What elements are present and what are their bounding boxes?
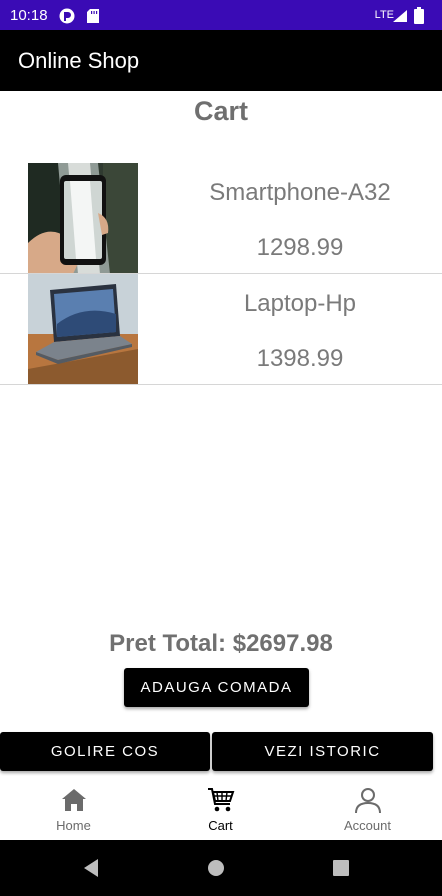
cart-item[interactable]: Laptop-Hp 1398.99 <box>0 274 442 385</box>
product-name: Laptop-Hp <box>243 290 357 317</box>
app-notification-icon <box>59 8 75 24</box>
cart-icon <box>208 788 235 812</box>
place-order-button[interactable]: ADAUGA COMADA <box>124 668 309 707</box>
nav-label: Account <box>344 818 391 833</box>
signal-icon <box>393 10 407 22</box>
nav-label: Home <box>56 818 91 833</box>
nav-cart[interactable]: Cart <box>147 776 294 840</box>
product-price: 1298.99 <box>256 234 344 261</box>
app-bar: Online Shop <box>0 30 442 91</box>
nav-account[interactable]: Account <box>294 776 441 840</box>
nav-label: Cart <box>208 818 233 833</box>
page-title: Cart <box>193 96 248 126</box>
system-navigation-bar <box>0 840 442 896</box>
account-icon <box>355 788 381 814</box>
product-name: Smartphone-A32 <box>209 179 391 206</box>
home-button-icon[interactable] <box>207 859 225 877</box>
battery-icon <box>414 7 424 24</box>
home-icon <box>62 789 86 811</box>
product-image-laptop <box>28 274 138 385</box>
row-divider <box>0 384 442 385</box>
status-bar: 10:18 LTE <box>0 0 442 30</box>
product-image-smartphone <box>28 163 138 274</box>
view-history-button[interactable]: VEZI ISTORIC <box>212 732 433 771</box>
back-icon[interactable] <box>82 858 100 878</box>
sd-card-icon <box>87 9 99 23</box>
empty-cart-button[interactable]: GOLIRE COS <box>0 732 210 771</box>
app-title: Online Shop <box>18 48 140 73</box>
nav-home[interactable]: Home <box>0 776 147 840</box>
recents-icon[interactable] <box>332 859 350 877</box>
bottom-navigation: Home Cart Account <box>0 776 442 840</box>
status-time: 10:18 <box>10 7 48 24</box>
cart-item[interactable]: Smartphone-A32 1298.99 <box>0 163 442 274</box>
total-price: Pret Total: $2697.98 <box>109 630 333 657</box>
product-price: 1398.99 <box>256 345 344 372</box>
